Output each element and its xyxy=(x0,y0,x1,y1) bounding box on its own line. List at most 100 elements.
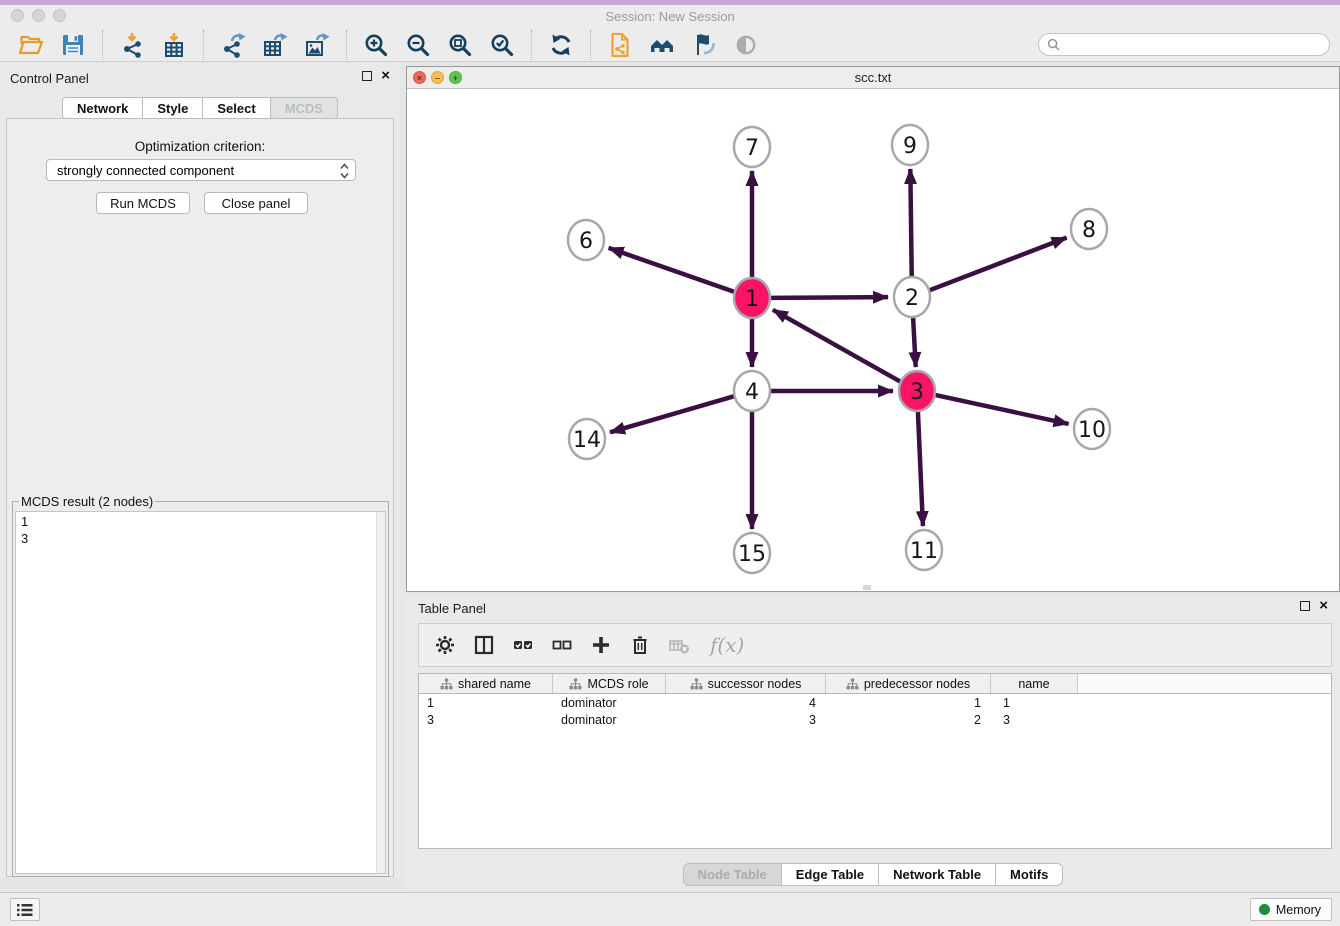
unselect-all-columns-icon[interactable] xyxy=(550,633,574,657)
save-session-icon[interactable] xyxy=(59,31,87,59)
graph-node-8[interactable]: 8 xyxy=(1071,209,1107,249)
table-cell-predecessor-nodes[interactable]: 2 xyxy=(826,711,991,728)
graph-node-4[interactable]: 4 xyxy=(734,371,770,411)
table-cell-mcds-role[interactable]: dominator xyxy=(553,694,666,711)
console-toggle-button[interactable] xyxy=(10,898,40,921)
tab-network-table[interactable]: Network Table xyxy=(879,863,996,886)
graph-edge-3-10[interactable] xyxy=(936,395,1069,424)
graph-edge-2-3[interactable] xyxy=(913,316,916,367)
export-network-icon[interactable] xyxy=(219,31,247,59)
graph-node-14[interactable]: 14 xyxy=(569,419,605,459)
table-cell-name[interactable]: 3 xyxy=(991,711,1078,728)
table-row[interactable]: 3dominator323 xyxy=(419,711,1331,728)
optimization-dropdown-value: strongly connected component xyxy=(57,163,234,178)
memory-button[interactable]: Memory xyxy=(1250,898,1332,921)
table-tabs: Node TableEdge TableNetwork TableMotifs xyxy=(406,863,1340,886)
graph-node-10[interactable]: 10 xyxy=(1074,409,1110,449)
network-from-selection-icon[interactable] xyxy=(606,31,634,59)
close-panel-icon[interactable]: × xyxy=(381,71,390,81)
column-header-successor-nodes[interactable]: successor nodes xyxy=(666,674,826,693)
float-panel-icon[interactable] xyxy=(362,71,372,81)
graph-node-9[interactable]: 9 xyxy=(892,125,928,165)
column-header-mcds-role[interactable]: MCDS role xyxy=(553,674,666,693)
table-cell-predecessor-nodes[interactable]: 1 xyxy=(826,694,991,711)
table-panel-title: Table Panel xyxy=(418,601,486,616)
delete-column-trash-icon[interactable] xyxy=(628,633,652,657)
refresh-layout-icon[interactable] xyxy=(547,31,575,59)
import-network-icon[interactable] xyxy=(118,31,146,59)
graph-edge-1-6[interactable] xyxy=(609,248,734,292)
graphics-detail-eye-icon[interactable] xyxy=(732,31,760,59)
graph-edge-3-11[interactable] xyxy=(918,410,923,526)
table-options-gear-icon[interactable] xyxy=(433,633,457,657)
close-panel-button[interactable]: Close panel xyxy=(204,192,308,214)
toolbar-separator xyxy=(203,30,204,60)
table-cell-shared-name[interactable]: 3 xyxy=(419,711,553,728)
tab-mcds[interactable]: MCDS xyxy=(271,97,338,119)
memory-label: Memory xyxy=(1276,903,1321,917)
tab-network[interactable]: Network xyxy=(62,97,143,119)
create-column-plus-icon[interactable] xyxy=(589,633,613,657)
zoom-out-icon[interactable] xyxy=(404,31,432,59)
table-cell-successor-nodes[interactable]: 3 xyxy=(666,711,826,728)
tab-select[interactable]: Select xyxy=(203,97,270,119)
svg-text:7: 7 xyxy=(745,136,759,161)
graph-node-2[interactable]: 2 xyxy=(894,277,930,317)
control-panel-header: Control Panel × xyxy=(0,62,400,96)
table-cell-shared-name[interactable]: 1 xyxy=(419,694,553,711)
zoom-selected-icon[interactable] xyxy=(488,31,516,59)
network-window-titlebar[interactable]: × – + scc.txt xyxy=(407,67,1339,89)
mcds-result-textarea[interactable]: 1 3 xyxy=(15,511,386,874)
table-row[interactable]: 1dominator411 xyxy=(419,694,1331,711)
search-field[interactable] xyxy=(1038,33,1330,56)
network-canvas[interactable]: 7 9 6 8 1 2 4 3 14 10 15 11 xyxy=(407,89,1339,591)
control-panel-title: Control Panel xyxy=(10,71,89,86)
column-header-name[interactable]: name xyxy=(991,674,1078,693)
graph-node-6[interactable]: 6 xyxy=(568,220,604,260)
column-tree-icon xyxy=(690,678,703,690)
column-header-predecessor-nodes[interactable]: predecessor nodes xyxy=(826,674,991,693)
tab-edge-table[interactable]: Edge Table xyxy=(782,863,879,886)
tab-style[interactable]: Style xyxy=(143,97,203,119)
float-table-panel-icon[interactable] xyxy=(1300,601,1310,611)
optimization-dropdown[interactable]: strongly connected component xyxy=(46,159,356,181)
table-cell-mcds-role[interactable]: dominator xyxy=(553,711,666,728)
zoom-fit-icon[interactable] xyxy=(446,31,474,59)
close-table-panel-icon[interactable]: × xyxy=(1319,601,1328,611)
zoom-in-icon[interactable] xyxy=(362,31,390,59)
canvas-resize-handle[interactable] xyxy=(863,585,871,590)
result-scrollbar[interactable] xyxy=(376,512,385,873)
network-graph[interactable]: 7 9 6 8 1 2 4 3 14 10 15 11 xyxy=(407,89,1339,591)
graph-edge-2-9[interactable] xyxy=(910,169,911,278)
graph-node-11[interactable]: 11 xyxy=(906,530,942,570)
graph-node-7[interactable]: 7 xyxy=(734,127,770,167)
table-panel: Table Panel × f(x) shared nameMCDS ro xyxy=(406,595,1340,890)
export-table-icon[interactable] xyxy=(261,31,289,59)
node-table[interactable]: shared nameMCDS rolesuccessor nodesprede… xyxy=(418,673,1332,849)
table-cell-successor-nodes[interactable]: 4 xyxy=(666,694,826,711)
table-header-filler xyxy=(1078,674,1331,693)
table-cell-name[interactable]: 1 xyxy=(991,694,1078,711)
network-window-title: scc.txt xyxy=(407,70,1339,85)
select-all-columns-icon[interactable] xyxy=(511,633,535,657)
mcds-panel: Optimization criterion: strongly connect… xyxy=(6,118,394,877)
search-input[interactable] xyxy=(1065,37,1321,52)
graph-node-15[interactable]: 15 xyxy=(734,533,770,573)
apply-style-icon[interactable] xyxy=(690,31,718,59)
graph-node-3[interactable]: 3 xyxy=(899,371,935,411)
graph-edge-3-1[interactable] xyxy=(773,310,901,382)
tab-motifs[interactable]: Motifs xyxy=(996,863,1063,886)
run-mcds-button[interactable]: Run MCDS xyxy=(96,192,190,214)
graph-edge-2-8[interactable] xyxy=(930,238,1067,291)
import-table-icon[interactable] xyxy=(160,31,188,59)
column-header-shared-name[interactable]: shared name xyxy=(419,674,553,693)
home-neighbors-icon[interactable] xyxy=(648,31,676,59)
tab-node-table[interactable]: Node Table xyxy=(683,863,782,886)
memory-status-icon xyxy=(1259,904,1270,915)
graph-edge-4-14[interactable] xyxy=(610,396,734,432)
show-columns-icon[interactable] xyxy=(472,633,496,657)
export-image-icon[interactable] xyxy=(303,31,331,59)
open-session-icon[interactable] xyxy=(17,31,45,59)
graph-edge-1-2[interactable] xyxy=(771,297,888,298)
graph-node-1[interactable]: 1 xyxy=(734,278,770,318)
